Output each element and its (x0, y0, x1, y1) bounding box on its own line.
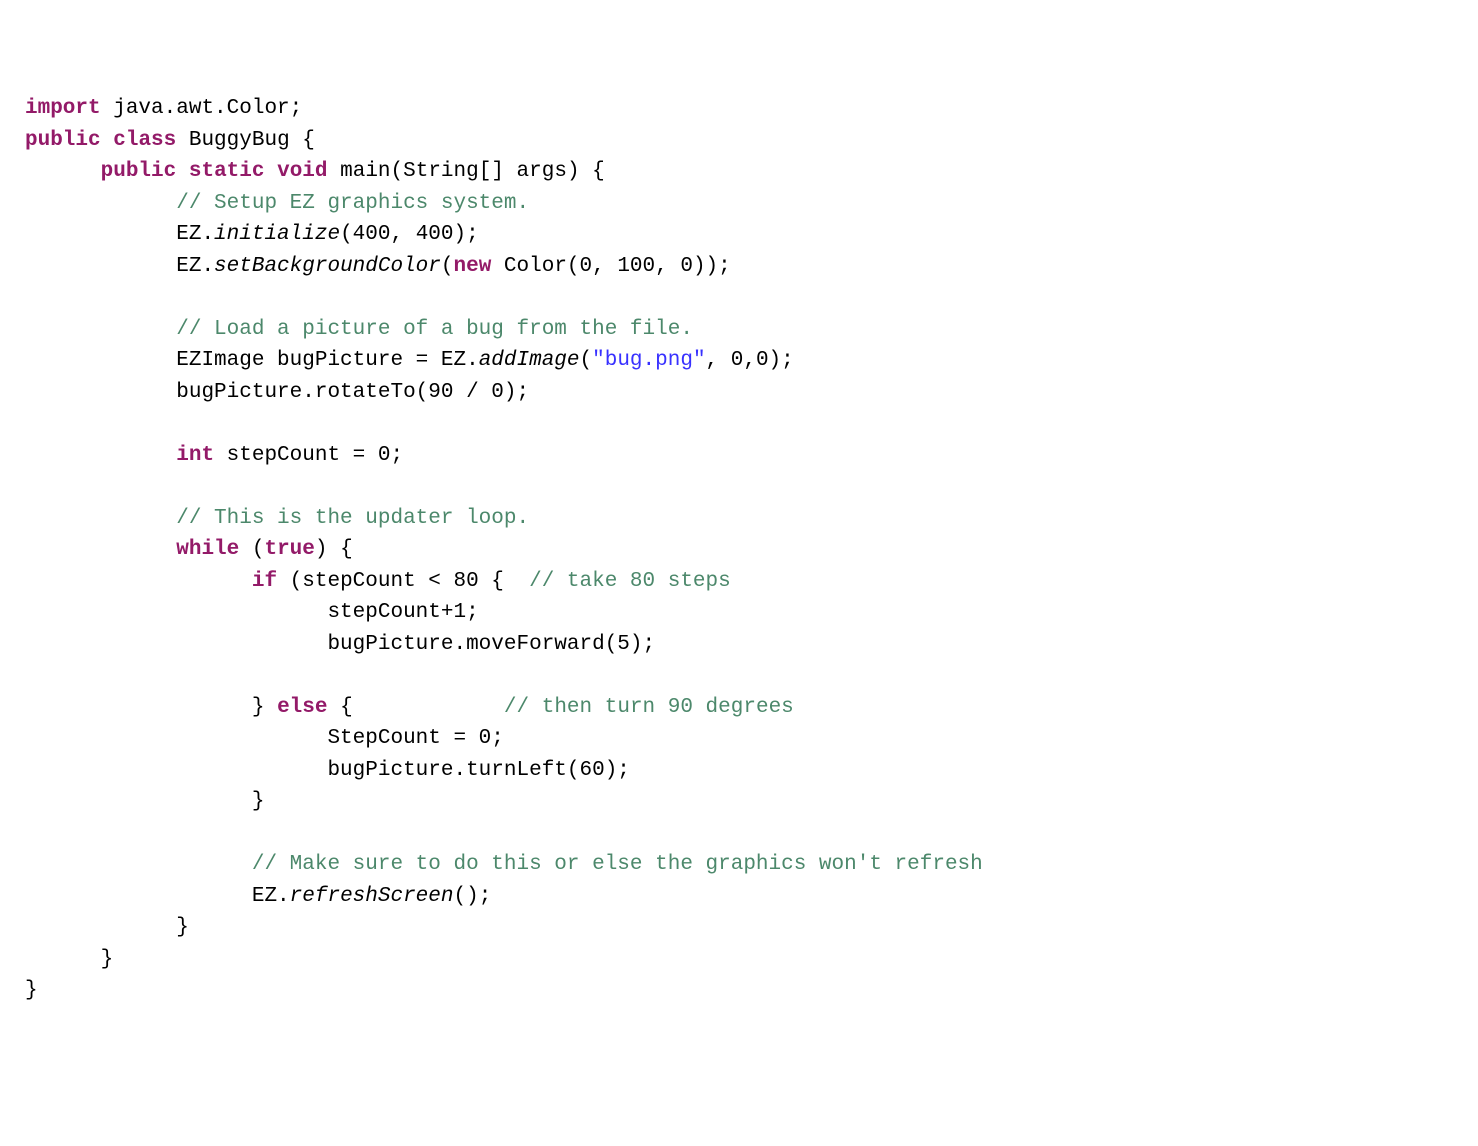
code-text: stepCount = 0; (214, 444, 403, 467)
code-text: } (25, 979, 38, 1002)
code-text: EZ. (176, 223, 214, 246)
code-text: BuggyBug { (176, 129, 315, 152)
comment: // Load a picture of a bug from the file… (176, 318, 693, 341)
code-text: ( (580, 349, 593, 372)
comment: // This is the updater loop. (176, 507, 529, 530)
code-text: ( (239, 538, 264, 561)
method-italic: initialize (214, 223, 340, 246)
code-text: } (252, 790, 265, 813)
code-text: EZ. (252, 885, 290, 908)
code-text: } (176, 916, 189, 939)
method-italic: addImage (479, 349, 580, 372)
keyword-static: static (189, 160, 265, 183)
keyword-new: new (454, 255, 492, 278)
code-block: import java.awt.Color; public class Bugg… (25, 93, 1453, 1007)
keyword-if: if (252, 570, 277, 593)
comment: // Make sure to do this or else the grap… (252, 853, 983, 876)
keyword-true: true (264, 538, 314, 561)
code-text: } (101, 948, 114, 971)
code-text: StepCount = 0; (327, 727, 503, 750)
code-text: bugPicture.rotateTo(90 / 0); (176, 381, 529, 404)
code-text: main(String[] args) { (328, 160, 605, 183)
keyword-else: else (277, 696, 327, 719)
keyword-public: public (25, 129, 101, 152)
keyword-import: import (25, 97, 101, 120)
comment: // Setup EZ graphics system. (176, 192, 529, 215)
code-text: EZImage bugPicture = EZ. (176, 349, 478, 372)
keyword-class: class (113, 129, 176, 152)
comment: // take 80 steps (529, 570, 731, 593)
code-text: stepCount+1; (327, 601, 478, 624)
code-text: (stepCount < 80 { (277, 570, 529, 593)
code-text: ) { (315, 538, 353, 561)
method-italic: setBackgroundColor (214, 255, 441, 278)
code-text: EZ. (176, 255, 214, 278)
keyword-while: while (176, 538, 239, 561)
code-text: java.awt.Color; (101, 97, 303, 120)
keyword-public: public (101, 160, 177, 183)
keyword-int: int (176, 444, 214, 467)
code-text: Color(0, 100, 0)); (491, 255, 730, 278)
code-text: { (327, 696, 503, 719)
comment: // then turn 90 degrees (504, 696, 794, 719)
code-text: , 0,0); (706, 349, 794, 372)
code-text: bugPicture.turnLeft(60); (327, 759, 629, 782)
code-text: } (252, 696, 277, 719)
code-text: (); (453, 885, 491, 908)
code-text: (400, 400); (340, 223, 479, 246)
string-literal: "bug.png" (592, 349, 705, 372)
code-text: ( (441, 255, 454, 278)
keyword-void: void (277, 160, 327, 183)
method-italic: refreshScreen (290, 885, 454, 908)
code-text: bugPicture.moveForward(5); (327, 633, 655, 656)
